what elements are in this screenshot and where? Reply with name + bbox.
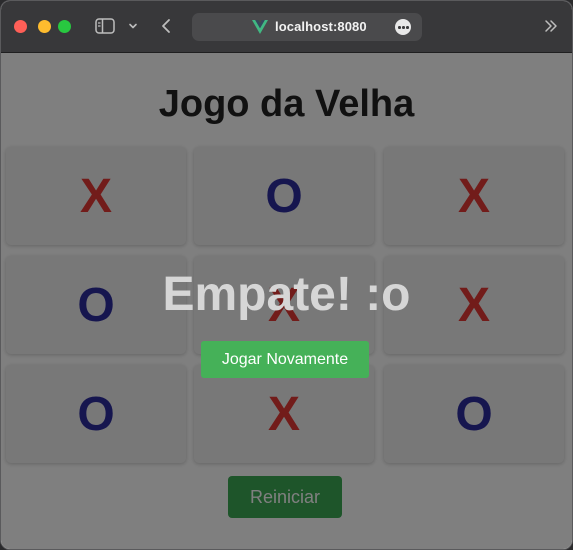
chevron-down-icon[interactable] [127,19,139,33]
browser-toolbar: localhost:8080 [1,1,572,53]
browser-window: localhost:8080 Jogo da Velha X O X O X X… [0,0,573,550]
close-window-button[interactable] [14,20,27,33]
zoom-window-button[interactable] [58,20,71,33]
back-arrow-icon[interactable] [159,17,173,35]
result-message: Empate! :o [162,268,411,321]
play-again-button[interactable]: Jogar Novamente [201,341,369,378]
more-options-icon[interactable] [395,19,411,35]
double-chevron-right-icon[interactable] [543,18,559,34]
vue-logo-icon [252,20,268,34]
minimize-window-button[interactable] [38,20,51,33]
address-bar[interactable]: localhost:8080 [192,13,422,41]
url-text: localhost:8080 [275,19,367,34]
sidebar-toggle-icon[interactable] [95,18,115,34]
game-over-overlay: Empate! :o Jogar Novamente [1,53,572,549]
